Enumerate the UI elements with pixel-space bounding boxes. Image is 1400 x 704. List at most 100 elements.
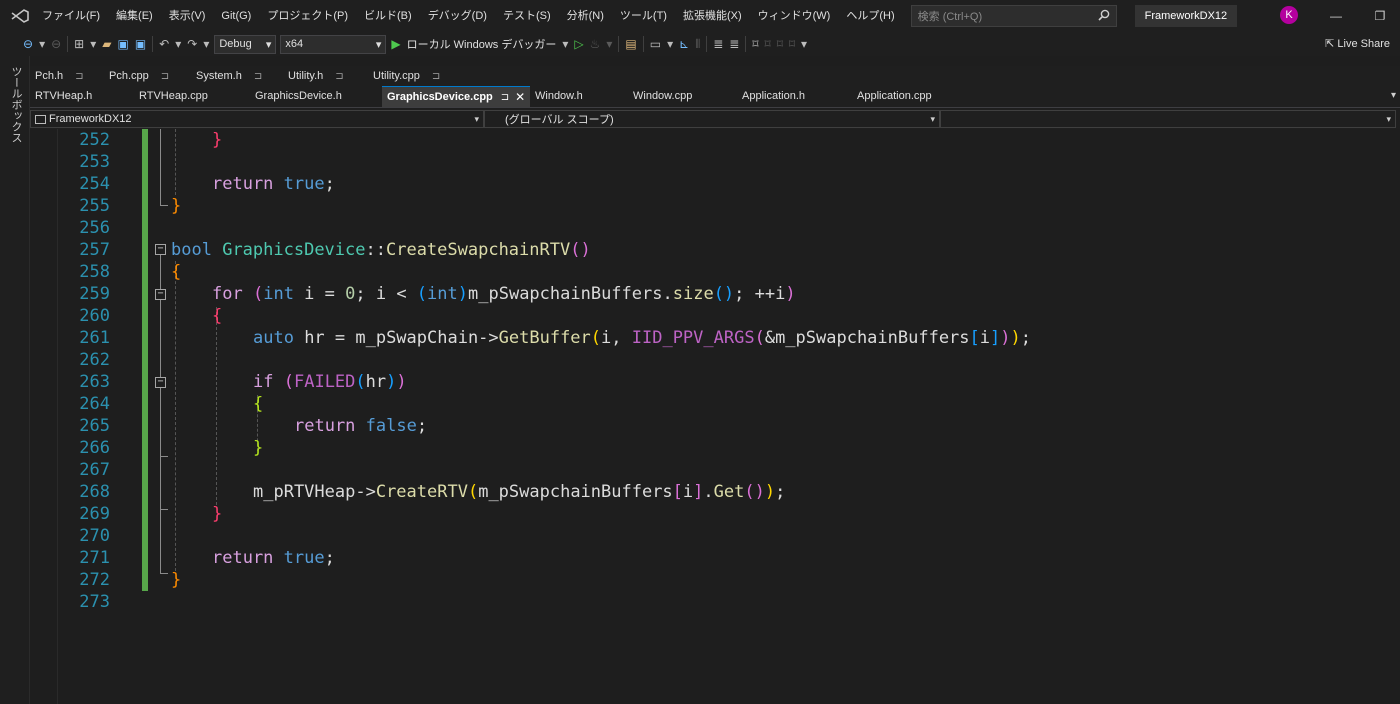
tab-utility-cpp[interactable]: Utility.cpp ⊐ <box>368 66 466 87</box>
tab-application-h[interactable]: Application.h <box>737 86 852 107</box>
code-text[interactable]: for (int i = 0; i < (int)m_pSwapchainBuf… <box>212 283 796 305</box>
toggle-icon[interactable]: ⫴ <box>692 32 703 56</box>
restore-icon[interactable]: ❐ <box>1360 0 1400 32</box>
code-text[interactable]: } <box>212 503 222 525</box>
menu-debug[interactable]: デバッグ(D) <box>420 0 495 32</box>
play-icon[interactable]: ▶ <box>388 32 403 56</box>
tab-overflow-icon[interactable]: ▾ <box>1391 90 1396 101</box>
code-text[interactable]: { <box>171 261 181 283</box>
tab-label: RTVHeap.cpp <box>139 90 208 102</box>
code-text[interactable]: { <box>212 305 222 327</box>
code-text[interactable]: } <box>212 129 222 151</box>
undo-dropdown-icon[interactable]: ▾ <box>172 32 184 56</box>
tab-rtvheap-h[interactable]: RTVHeap.h <box>30 86 134 107</box>
run-debugger-button[interactable]: ローカル Windows デバッガー <box>404 36 560 52</box>
tab-label: System.h <box>196 70 242 82</box>
code-editor[interactable]: − − − 252} 253 254 return true; 255} 256 … <box>30 129 1400 704</box>
code-text[interactable]: } <box>171 195 181 217</box>
browse-icon[interactable]: ▤ <box>622 32 639 56</box>
search-icon[interactable] <box>1098 9 1110 24</box>
platform-select[interactable]: x64 ▾ <box>280 34 387 54</box>
layout-dropdown-icon[interactable]: ▾ <box>664 32 676 56</box>
tab-window-h[interactable]: Window.h <box>530 86 628 107</box>
save-all-icon[interactable]: ▣ <box>132 32 149 56</box>
tab-graphicsdevice-h[interactable]: GraphicsDevice.h <box>250 86 382 107</box>
back-icon[interactable]: ⊖ <box>20 32 36 56</box>
toolbar-separator <box>745 36 747 52</box>
tab-graphicsdevice-cpp[interactable]: GraphicsDevice.cpp ⊐ ✕ <box>382 86 530 107</box>
redo-icon[interactable]: ↷ <box>184 32 200 56</box>
menu-help[interactable]: ヘルプ(H) <box>838 0 902 32</box>
search-input[interactable]: 検索 (Ctrl+Q) <box>910 5 1117 27</box>
code-text[interactable]: bool GraphicsDevice::CreateSwapchainRTV(… <box>171 239 591 261</box>
menu-file[interactable]: ファイル(F) <box>34 0 108 32</box>
code-text[interactable]: return false; <box>294 415 427 437</box>
step-icon[interactable]: ⊾ <box>676 32 692 56</box>
menu-analyze[interactable]: 分析(N) <box>559 0 612 32</box>
project-dropdown[interactable]: FrameworkDX12 ▾ <box>30 110 484 128</box>
layout-icon[interactable]: ▭ <box>647 32 664 56</box>
tab-system-h[interactable]: System.h ⊐ <box>191 66 283 87</box>
menu-view[interactable]: 表示(V) <box>161 0 214 32</box>
menu-tools[interactable]: ツール(T) <box>612 0 675 32</box>
menu-extensions[interactable]: 拡張機能(X) <box>675 0 750 32</box>
toolbox-panel[interactable]: ツールボックス <box>0 56 30 704</box>
member-dropdown[interactable]: ▾ <box>940 110 1396 128</box>
redo-dropdown-icon[interactable]: ▾ <box>200 32 212 56</box>
menu-edit[interactable]: 編集(E) <box>108 0 161 32</box>
tab-utility-h[interactable]: Utility.h ⊐ <box>283 66 368 87</box>
code-text[interactable]: auto hr = m_pSwapChain->GetBuffer(i, IID… <box>253 327 1031 349</box>
hot-reload-dropdown-icon[interactable]: ▾ <box>603 32 615 56</box>
comment-icon[interactable]: ≣ <box>710 32 726 56</box>
close-icon[interactable]: ✕ <box>515 87 525 108</box>
share-icon: ⇱ <box>1325 38 1335 50</box>
hot-reload-icon[interactable]: ♨ <box>587 32 604 56</box>
bookmark-icon[interactable]: ⌑ <box>749 32 761 56</box>
code-line: 252} <box>30 129 1400 151</box>
prev-bookmark-icon[interactable]: ⌑ <box>762 32 774 56</box>
back-dropdown-icon[interactable]: ▾ <box>36 32 48 56</box>
undo-icon[interactable]: ↶ <box>156 32 172 56</box>
clear-bookmarks-icon[interactable]: ⌑ <box>786 32 798 56</box>
code-text[interactable]: return true; <box>212 547 335 569</box>
toolbox-label[interactable]: ツールボックス <box>8 66 24 143</box>
menu-test[interactable]: テスト(S) <box>495 0 559 32</box>
menu-window[interactable]: ウィンドウ(W) <box>750 0 839 32</box>
pin-icon[interactable]: ⊐ <box>335 66 343 87</box>
pin-icon[interactable]: ⊐ <box>254 66 262 87</box>
customize-toolbar-icon[interactable]: ▾ <box>798 32 810 56</box>
new-project-icon[interactable]: ⊞ <box>71 32 87 56</box>
tab-pch-cpp[interactable]: Pch.cpp ⊐ <box>104 66 191 87</box>
minimize-icon[interactable]: — <box>1316 0 1356 32</box>
tab-pch-h[interactable]: Pch.h ⊐ <box>30 66 104 87</box>
tab-rtvheap-cpp[interactable]: RTVHeap.cpp <box>134 86 250 107</box>
pin-icon[interactable]: ⊐ <box>161 66 169 87</box>
pin-icon[interactable]: ⊐ <box>501 87 509 108</box>
next-bookmark-icon[interactable]: ⌑ <box>774 32 786 56</box>
menu-project[interactable]: プロジェクト(P) <box>259 0 356 32</box>
avatar[interactable]: K <box>1280 6 1298 24</box>
code-text[interactable]: } <box>171 569 181 591</box>
pin-icon[interactable]: ⊐ <box>432 66 440 87</box>
forward-icon[interactable]: ⊖ <box>48 32 64 56</box>
open-file-icon[interactable]: ▰ <box>99 32 114 56</box>
tab-window-cpp[interactable]: Window.cpp <box>628 86 737 107</box>
start-without-debugging-icon[interactable]: ▷ <box>571 32 586 56</box>
new-project-dropdown-icon[interactable]: ▾ <box>87 32 99 56</box>
uncomment-icon[interactable]: ≣ <box>726 32 742 56</box>
pin-icon[interactable]: ⊐ <box>75 66 83 87</box>
live-share-button[interactable]: ⇱ Live Share <box>1325 32 1390 56</box>
run-dropdown-icon[interactable]: ▾ <box>559 32 571 56</box>
code-text[interactable]: } <box>253 437 263 459</box>
code-text[interactable]: { <box>253 393 263 415</box>
visual-studio-logo-icon[interactable] <box>6 0 34 32</box>
menu-git[interactable]: Git(G) <box>213 0 259 32</box>
tab-application-cpp[interactable]: Application.cpp <box>852 86 976 107</box>
code-text[interactable]: if (FAILED(hr)) <box>253 371 407 393</box>
code-text[interactable]: return true; <box>212 173 335 195</box>
configuration-select[interactable]: Debug ▾ <box>214 34 277 54</box>
scope-dropdown[interactable]: (グローバル スコープ) ▾ <box>484 110 940 128</box>
menu-build[interactable]: ビルド(B) <box>356 0 420 32</box>
save-icon[interactable]: ▣ <box>114 32 131 56</box>
code-text[interactable]: m_pRTVHeap->CreateRTV(m_pSwapchainBuffer… <box>253 481 785 503</box>
